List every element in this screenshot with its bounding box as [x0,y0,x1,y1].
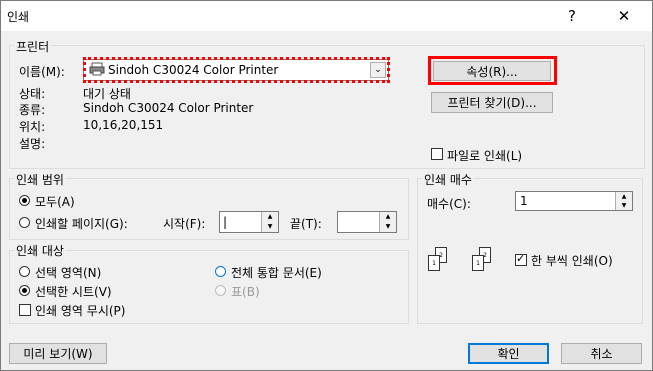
status-label: 상태: [19,87,46,101]
copies-count-input[interactable]: 1 ▲ ▼ [515,191,633,211]
printer-name-highlight [83,57,390,83]
selected-sheet-radio[interactable] [19,285,30,296]
copies-spinner[interactable]: ▲ ▼ [615,192,632,210]
to-page-input[interactable]: ▲ ▼ [337,211,397,233]
range-pages-radio[interactable] [19,217,30,228]
range-pages-label: 인쇄할 페이지(G): [35,217,128,231]
location-value: 10,16,20,151 [83,118,164,132]
entire-workbook-radio[interactable] [215,266,226,277]
collate-label: 한 부씩 인쇄(O) [531,254,613,268]
ignore-print-area-label: 인쇄 영역 무시(P) [35,304,126,318]
collate-page-front-2: 1 [472,255,484,271]
copies-count-label: 매수(C): [427,197,471,211]
preview-button[interactable]: 미리 보기(W) [9,343,107,364]
status-value: 대기 상태 [83,87,131,101]
from-page-input[interactable]: | ▲ ▼ [219,211,279,233]
type-value: Sindoh C30024 Color Printer [83,101,254,115]
print-dialog: 인쇄 ? ✕ 프린터 이름(M): Sindoh C30024 Color Pr… [0,0,653,371]
printer-name-label: 이름(M): [19,65,65,79]
table-radio [215,285,226,296]
collate-checkbox[interactable] [515,252,527,266]
type-label: 종류: [19,103,46,117]
print-to-file-label: 파일로 인쇄(L) [447,149,523,163]
from-page-value: | [223,215,228,229]
ok-button[interactable]: 확인 [468,343,549,364]
collate-pages-icon: 2 1 [427,247,455,275]
close-icon[interactable]: ✕ [601,1,647,31]
comment-label: 설명: [19,137,46,151]
range-all-label: 모두(A) [35,195,75,209]
print-to-file-checkbox[interactable] [431,148,443,160]
printer-group-legend: 프린터 [14,38,52,55]
range-all-radio[interactable] [19,195,30,206]
title-bar: 인쇄 ? ✕ [1,1,652,31]
from-page-spinner[interactable]: ▲ ▼ [261,212,278,232]
entire-workbook-label: 전체 통합 문서(E) [231,266,322,280]
to-label: 끝(T): [290,217,322,231]
location-label: 위치: [19,120,46,134]
dialog-title: 인쇄 [7,10,30,24]
copies-legend: 인쇄 매수 [422,171,474,188]
from-label: 시작(F): [163,217,206,231]
help-icon[interactable]: ? [549,1,595,31]
cancel-button[interactable]: 취소 [561,343,642,364]
print-target-legend: 인쇄 대상 [14,242,66,259]
print-range-legend: 인쇄 범위 [14,171,66,188]
collate-page-front: 1 [428,255,440,271]
selected-sheet-label: 선택한 시트(V) [35,285,112,299]
table-label: 표(B) [231,285,260,299]
find-printer-button[interactable]: 프린터 찾기(D)... [431,92,553,113]
properties-button[interactable]: 속성(R)... [433,61,551,81]
to-page-spinner[interactable]: ▲ ▼ [379,212,396,232]
selection-radio[interactable] [19,266,30,277]
copies-count-value: 1 [520,194,528,208]
collate-pages-icon-2: 2 1 [471,247,499,275]
selection-label: 선택 영역(N) [35,266,102,280]
ignore-print-area-checkbox[interactable] [19,304,31,316]
